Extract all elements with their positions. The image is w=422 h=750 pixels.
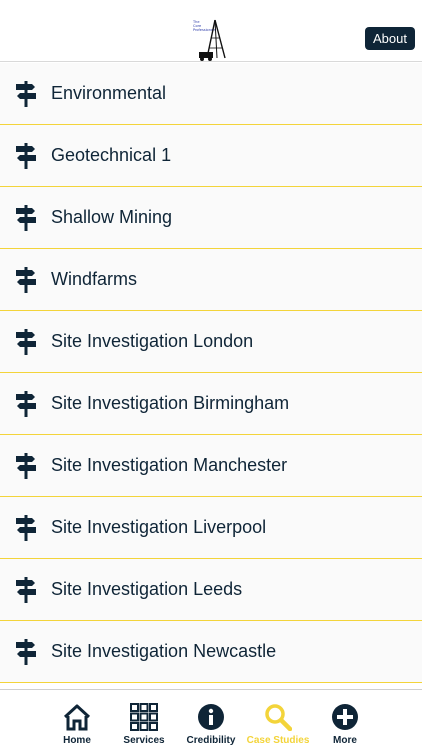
home-icon (63, 704, 91, 731)
list-item[interactable]: Windfarms (0, 249, 422, 311)
tab-services[interactable]: Services (110, 690, 178, 750)
signpost-icon (16, 143, 36, 169)
search-icon (265, 704, 292, 731)
list-item[interactable]: Geotechnical 1 (0, 125, 422, 187)
signpost-icon (16, 639, 36, 665)
app-header: The Core Professionals About (0, 0, 422, 62)
tab-credibility-label: Credibility (186, 735, 236, 746)
signpost-icon (16, 205, 36, 231)
list-item-label: Site Investigation Newcastle (51, 641, 277, 661)
tab-more[interactable]: More (311, 690, 379, 750)
list-item[interactable]: Shallow Mining (0, 187, 422, 249)
tab-case-studies[interactable]: Case Studies (244, 690, 312, 750)
list-item-label: Site Investigation London (51, 331, 254, 351)
signpost-icon (16, 329, 36, 355)
list-item-label: Shallow Mining (51, 207, 173, 227)
list-item-label: Site Investigation Leeds (51, 579, 243, 599)
drilling-rig-icon (199, 19, 226, 61)
case-studies-list: Environmental Geotechnical 1 Shallow Min… (0, 63, 422, 687)
tab-more-label: More (333, 735, 357, 746)
list-item[interactable]: Site Investigation Liverpool (0, 497, 422, 559)
signpost-icon (16, 577, 36, 603)
signpost-icon (16, 391, 36, 417)
tab-services-label: Services (123, 735, 165, 746)
info-icon (198, 704, 224, 730)
signpost-icon (16, 81, 36, 107)
grid-icon (130, 703, 158, 731)
plus-circle-icon (332, 704, 358, 730)
tab-bar: Home Services Credibility Case Studies M… (0, 689, 422, 750)
signpost-icon (16, 515, 36, 541)
list-item-label: Windfarms (51, 269, 138, 289)
signpost-icon (16, 267, 36, 293)
list-item[interactable]: Site Investigation Leeds (0, 559, 422, 621)
list-item-label: Environmental (51, 83, 167, 103)
company-logo: The Core Professionals (193, 18, 231, 62)
tab-credibility[interactable]: Credibility (177, 690, 245, 750)
about-button[interactable]: About (365, 27, 415, 50)
list-item-label: Site Investigation Manchester (51, 455, 288, 475)
tab-home[interactable]: Home (43, 690, 111, 750)
tab-case-studies-label: Case Studies (246, 735, 310, 746)
list-item-label: Site Investigation Liverpool (51, 517, 267, 537)
signpost-icon (16, 453, 36, 479)
list-item[interactable]: Site Investigation Newcastle (0, 621, 422, 683)
list-item[interactable]: Site Investigation Birmingham (0, 373, 422, 435)
list-item[interactable]: Site Investigation Manchester (0, 435, 422, 497)
tab-home-label: Home (63, 735, 91, 746)
list-item-label: Geotechnical 1 (51, 145, 172, 165)
list-item[interactable]: Environmental (0, 63, 422, 125)
list-item[interactable]: Site Investigation London (0, 311, 422, 373)
list-item-label: Site Investigation Birmingham (51, 393, 290, 413)
